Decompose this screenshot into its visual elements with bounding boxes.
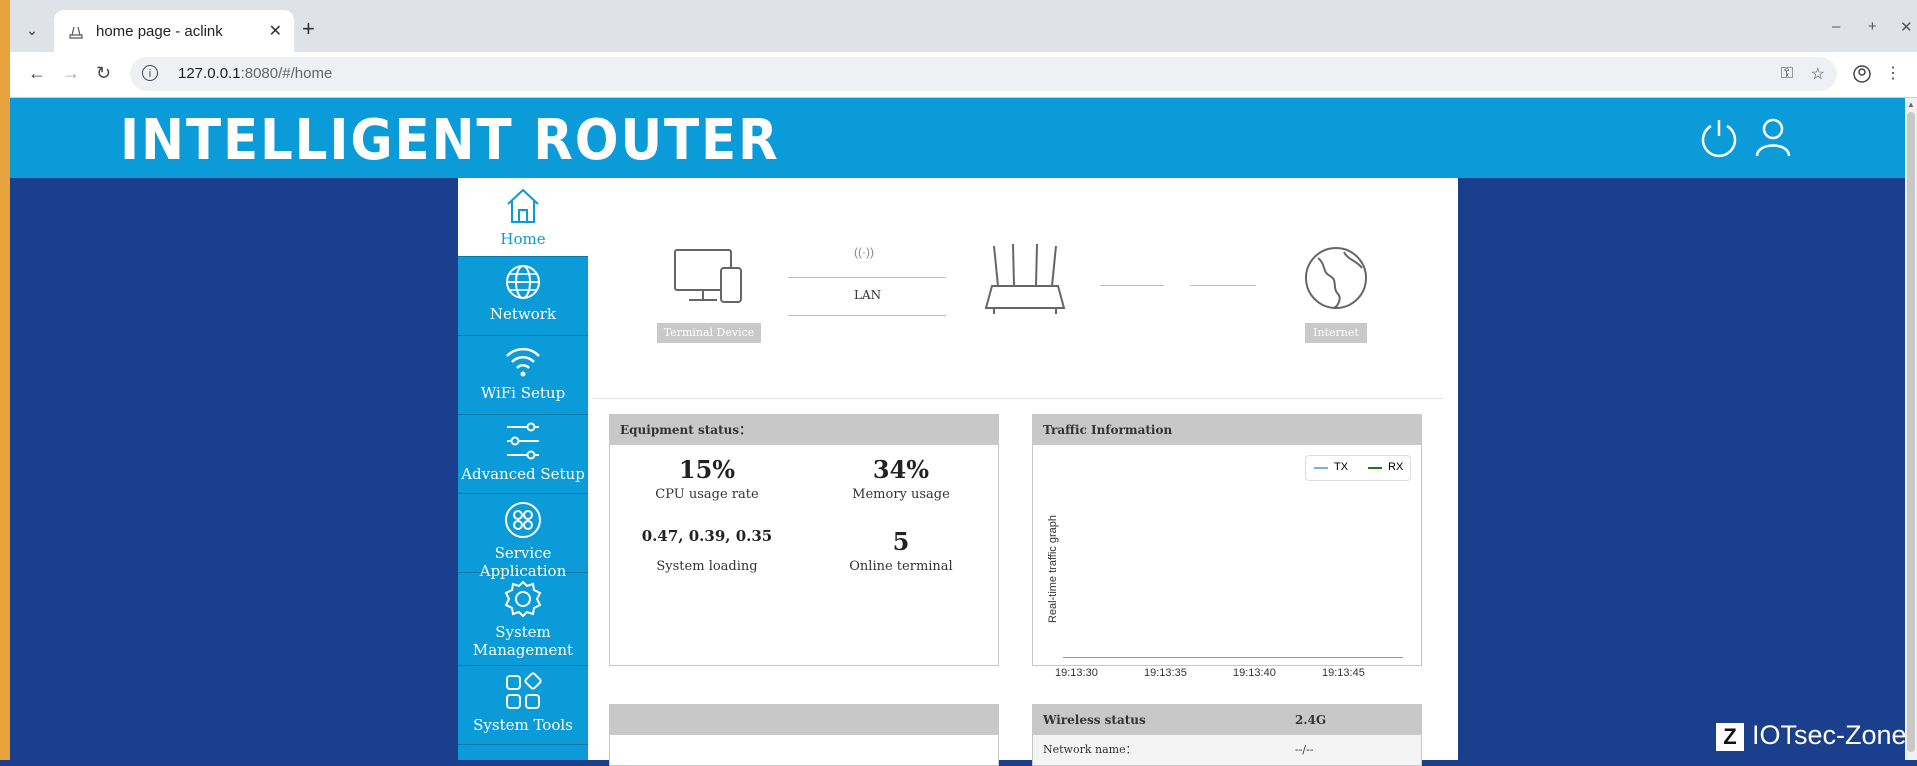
- wireless-band: 2.4G: [1295, 713, 1327, 727]
- online-terminal-label: Online terminal: [849, 559, 953, 574]
- wireless-signal-icon: ((·)): [854, 245, 874, 259]
- chart-y-label: Real-time traffic graph: [1047, 515, 1059, 624]
- equipment-status-title: Equipment status：: [610, 415, 998, 445]
- sliders-icon: [507, 422, 539, 460]
- bookmark-star-icon[interactable]: ☆: [1811, 64, 1825, 84]
- url-bar[interactable]: i 127.0.0.1:8080/#/home ⚿ ☆: [130, 57, 1837, 91]
- key-icon[interactable]: ⚿: [1781, 65, 1793, 83]
- network-name-label: Network name：: [1043, 743, 1137, 756]
- router-favicon-icon: [69, 26, 83, 39]
- gear-icon: [504, 580, 542, 618]
- reload-icon[interactable]: ↻: [96, 63, 111, 84]
- browser-tab[interactable]: home page - aclink ✕: [54, 10, 294, 52]
- watermark: Z IOTsec-Zone: [1716, 720, 1907, 751]
- legend-tx-swatch: [1314, 467, 1328, 469]
- legend-rx-swatch: [1368, 467, 1382, 469]
- lower-left-card-header: [610, 705, 998, 735]
- equipment-status-card: Equipment status： 15% CPU usage rate 34%…: [609, 414, 999, 666]
- traffic-info-card: Traffic Information TX RX Real-time traf…: [1032, 414, 1422, 679]
- router-device-icon[interactable]: [984, 242, 1066, 316]
- sidebar-item-system-tools[interactable]: System Tools: [458, 666, 588, 745]
- page-scrollbar[interactable]: ▲: [1905, 98, 1917, 760]
- scroll-up-icon[interactable]: ▲: [1907, 100, 1915, 109]
- main-panel: Terminal Device ((·)) LAN Internet Equip…: [588, 178, 1458, 766]
- legend-tx[interactable]: TX: [1334, 461, 1348, 473]
- service-icon: [505, 502, 541, 538]
- scrollbar-thumb[interactable]: [1907, 112, 1915, 752]
- site-info-icon[interactable]: i: [142, 65, 158, 81]
- back-icon[interactable]: ←: [28, 63, 46, 84]
- new-tab-button[interactable]: +: [302, 18, 315, 40]
- wifi-icon: [506, 347, 540, 377]
- browser-tab-bar: ⌄ home page - aclink ✕ + – + ✕: [10, 0, 1917, 52]
- x-tick: 19:13:45: [1322, 667, 1365, 679]
- network-name-row: Network name： --/--: [1033, 735, 1421, 765]
- wireless-status-card: Wireless status 2.4G Network name： --/--: [1032, 704, 1422, 766]
- lan-line-bottom: [788, 315, 946, 316]
- url-text[interactable]: 127.0.0.1:8080/#/home: [178, 65, 332, 82]
- traffic-chart: TX RX Real-time traffic graph 19:13:30 1…: [1033, 445, 1421, 679]
- router-logo: INTELLIGENT ROUTER: [120, 108, 780, 173]
- sidebar-item-label: WiFi Setup: [480, 384, 566, 402]
- legend-rx[interactable]: RX: [1388, 461, 1403, 473]
- router-header: INTELLIGENT ROUTER: [10, 98, 1905, 178]
- lower-left-card: [609, 704, 999, 766]
- sidebar-item-wifi-setup[interactable]: WiFi Setup: [458, 336, 588, 415]
- sidebar-item-label: System Tools: [473, 716, 573, 734]
- traffic-info-title: Traffic Information: [1033, 415, 1421, 445]
- tab-list-button[interactable]: ⌄: [18, 16, 46, 44]
- globe-icon: [506, 265, 540, 299]
- tools-icon: [506, 672, 542, 709]
- home-icon: [507, 188, 539, 223]
- sidebar-item-label: Home: [500, 230, 546, 248]
- lan-label: LAN: [854, 288, 882, 302]
- user-icon[interactable]: [1752, 116, 1794, 158]
- window-close-icon[interactable]: ✕: [1900, 18, 1913, 36]
- x-tick: 19:13:35: [1144, 667, 1187, 679]
- wireless-status-header: Wireless status 2.4G: [1033, 705, 1421, 735]
- sidebar-item-service-application[interactable]: Service Application: [458, 494, 588, 580]
- network-name-value: --/--: [1295, 743, 1314, 756]
- profile-icon[interactable]: [1853, 65, 1871, 83]
- lan-line-top: [788, 277, 946, 278]
- memory-usage-value: 34%: [872, 455, 930, 484]
- terminal-device-label: Terminal Device: [657, 323, 761, 343]
- chart-x-axis: [1063, 657, 1403, 658]
- tab-title: home page - aclink: [96, 22, 223, 40]
- wan-line-1: [1100, 285, 1164, 286]
- menu-icon[interactable]: ⋮: [1885, 63, 1901, 83]
- sidebar-item-home[interactable]: Home: [458, 178, 588, 257]
- system-loading-value: 0.47, 0.39, 0.35: [641, 527, 773, 545]
- power-icon[interactable]: [1698, 116, 1740, 158]
- minimize-icon[interactable]: –: [1832, 18, 1840, 35]
- browser-toolbar: ← → ↻ i 127.0.0.1:8080/#/home ⚿ ☆ ⋮: [10, 52, 1917, 98]
- x-tick: 19:13:30: [1055, 667, 1098, 679]
- sidebar-item-label: System Management: [472, 623, 574, 659]
- topology-divider: [593, 398, 1443, 399]
- system-loading-label: System loading: [656, 559, 758, 574]
- chart-legend: TX RX: [1305, 455, 1411, 481]
- online-terminal-value: 5: [892, 527, 910, 556]
- sidebar-item-network[interactable]: Network: [458, 257, 588, 336]
- cpu-usage-value: 15%: [678, 455, 736, 484]
- wan-line-2: [1190, 285, 1256, 286]
- terminal-device-icon[interactable]: [673, 248, 745, 306]
- watermark-text: IOTsec-Zone: [1752, 720, 1907, 750]
- maximize-icon[interactable]: +: [1868, 18, 1877, 35]
- watermark-logo: Z: [1716, 722, 1744, 751]
- sidebar-item-system-management[interactable]: System Management: [458, 573, 588, 666]
- forward-icon[interactable]: →: [62, 63, 80, 84]
- memory-usage-label: Memory usage: [852, 487, 950, 502]
- sidebar-item-label: Advanced Setup: [461, 465, 585, 483]
- sidebar-item-advanced-setup[interactable]: Advanced Setup: [458, 415, 588, 494]
- wireless-status-title: Wireless status: [1043, 713, 1146, 727]
- x-tick: 19:13:40: [1233, 667, 1276, 679]
- sidebar: Home Network WiFi Setup Advanced Setup S…: [458, 178, 588, 760]
- cpu-usage-label: CPU usage rate: [655, 487, 759, 502]
- internet-label: Internet: [1305, 323, 1367, 343]
- desktop-edge: [0, 0, 10, 760]
- sidebar-item-label: Network: [489, 305, 557, 323]
- tab-close-icon[interactable]: ✕: [269, 21, 282, 41]
- internet-globe-icon[interactable]: [1304, 246, 1368, 310]
